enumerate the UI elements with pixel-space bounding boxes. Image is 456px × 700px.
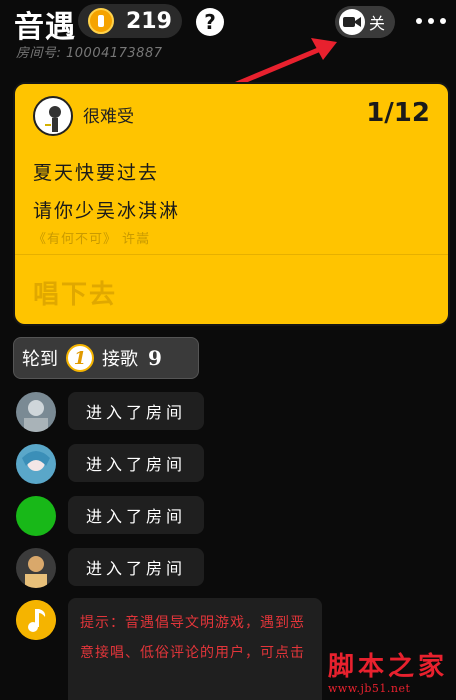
sing-on-button[interactable]: 唱下去 [33, 274, 117, 311]
turn-number-badge: 1 [66, 344, 94, 372]
watermark: 脚本之家 www.jb51.net [328, 652, 456, 700]
turn-count: 9 [148, 346, 162, 370]
camera-toggle-label: 关 [369, 14, 386, 33]
chat-message-text: 进入了房间 [68, 392, 205, 430]
watermark-main: 脚本之家 [328, 652, 449, 682]
user-avatar[interactable] [16, 392, 56, 432]
chat-message-text: 进入了房间 [68, 548, 205, 586]
lyric-line: 请你少吴冰淇淋 [33, 200, 181, 222]
turn-prefix: 轮到 [22, 349, 58, 370]
user-avatar[interactable] [16, 548, 56, 588]
watermark-sub: www.jb51.net [328, 682, 411, 695]
coin-icon [88, 8, 114, 34]
lyric-line: 夏天快要过去 [33, 162, 160, 184]
chat-message: 进入了房间 [16, 444, 446, 484]
chat-message: 进入了房间 [16, 496, 446, 536]
turn-bar: 轮到 1 接歌 9 [13, 337, 199, 379]
singer-name: 很难受 [83, 107, 134, 127]
chat-message-text: 进入了房间 [68, 496, 205, 534]
system-tip: 提示：音遇倡导文明游戏，遇到恶意接唱、低俗评论的用户，可点击 [68, 598, 322, 700]
app-title: 音遇 [14, 10, 76, 45]
coin-count: 219 [126, 8, 172, 34]
room-number: 房间号: 10004173887 [16, 46, 163, 61]
more-icon[interactable] [416, 10, 446, 32]
chat-message: 进入了房间 [16, 392, 446, 432]
song-progress: 1/12 [366, 98, 430, 128]
chat-message: 进入了房间 [16, 548, 446, 588]
song-source: 《有何不可》 许嵩 [33, 232, 151, 247]
singer-avatar[interactable] [33, 96, 73, 136]
card-divider [15, 254, 448, 255]
user-avatar[interactable] [16, 444, 56, 484]
user-avatar[interactable] [16, 496, 56, 536]
chat-message-text: 进入了房间 [68, 444, 205, 482]
turn-suffix: 接歌 [102, 349, 138, 370]
music-note-icon [16, 600, 56, 640]
song-card: 很难受 1/12 夏天快要过去 请你少吴冰淇淋 《有何不可》 许嵩 唱下去 [13, 82, 450, 326]
coin-balance[interactable]: 219 [78, 4, 182, 38]
